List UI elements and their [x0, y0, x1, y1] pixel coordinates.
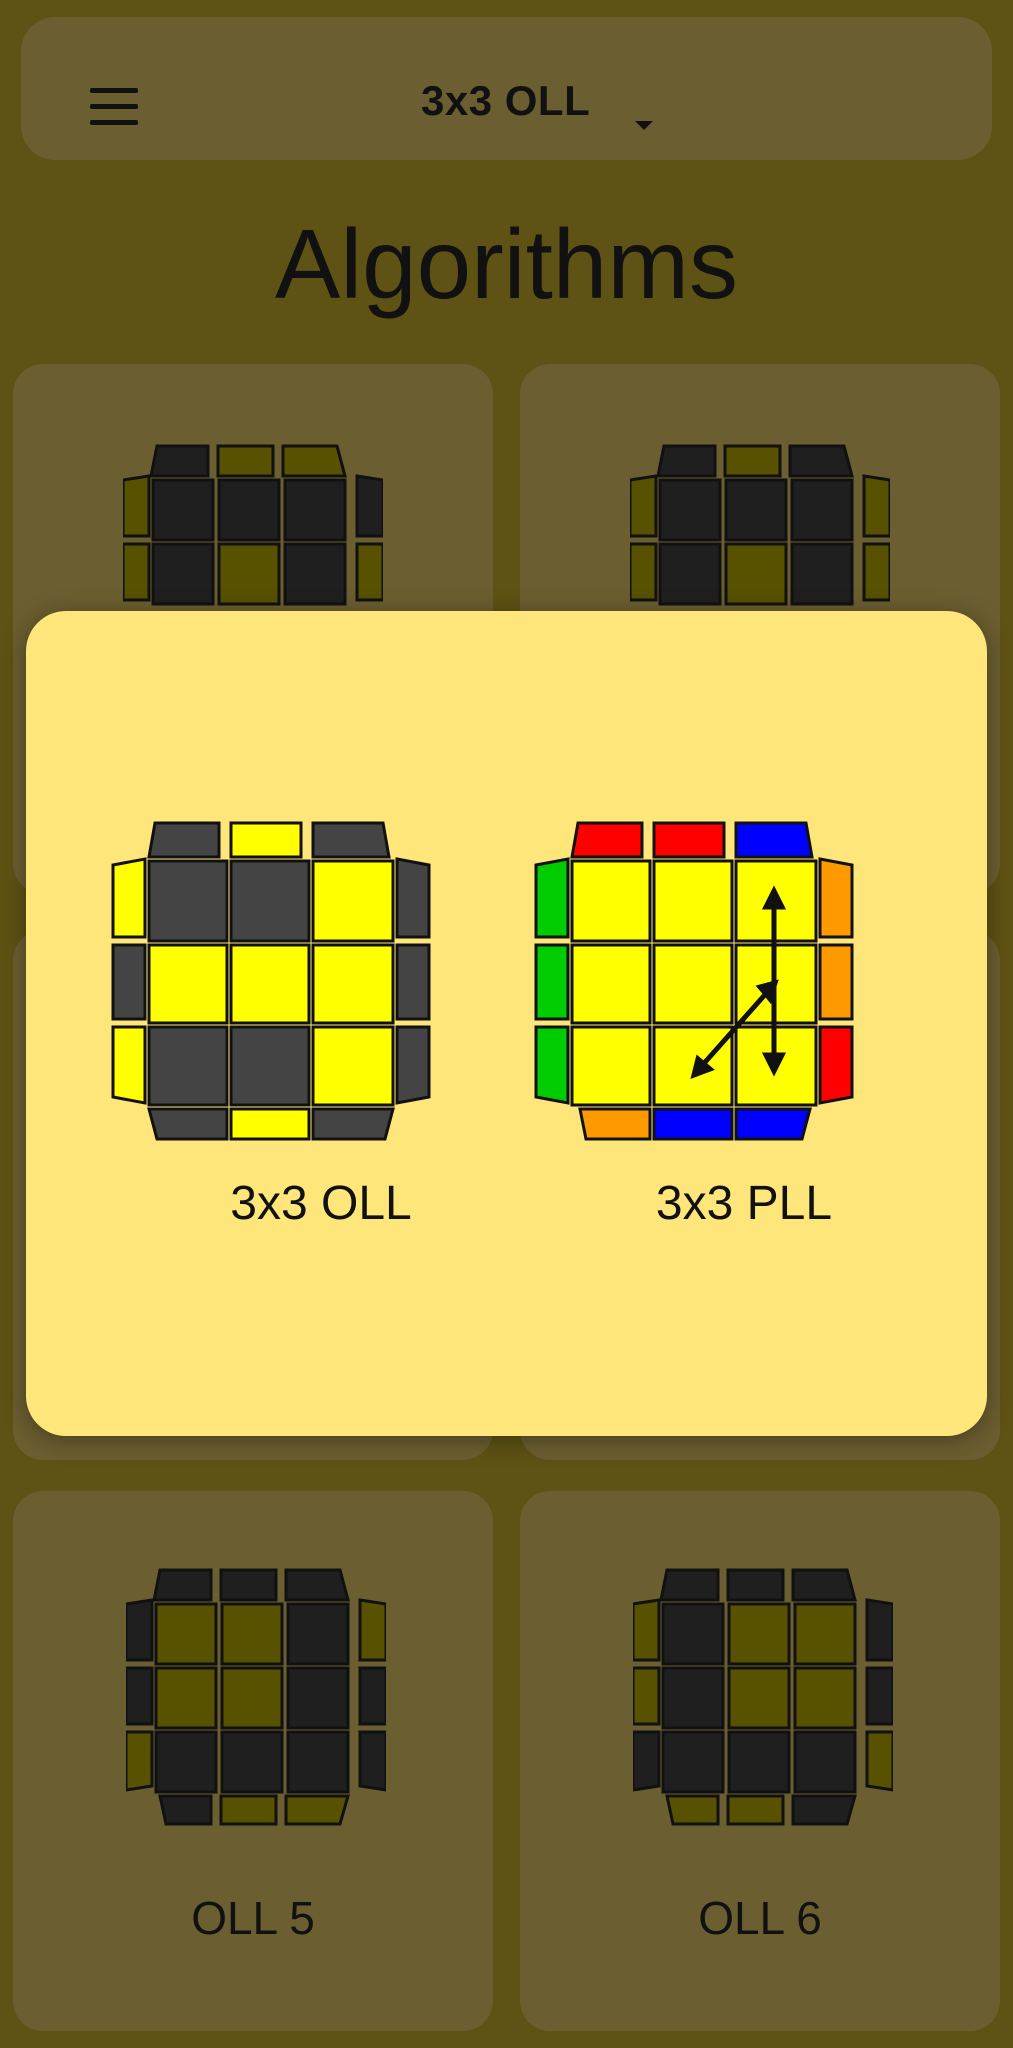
algorithm-card[interactable]: OLL 6	[520, 1491, 1000, 2031]
option-label: 3x3 OLL	[230, 1177, 412, 1230]
menu-icon	[90, 88, 138, 93]
puzzle-selection-dialog: 3x3 OLL 3x3 PLL	[26, 611, 987, 1436]
card-label: OLL 6	[698, 1892, 822, 1944]
menu-button[interactable]	[71, 64, 157, 150]
option-3x3-oll[interactable]: 3x3 OLL	[111, 821, 471, 1271]
page-title: Algorithms	[275, 209, 738, 319]
option-label: 3x3 PLL	[655, 1177, 833, 1230]
menu-icon-line	[90, 120, 138, 125]
algorithm-card[interactable]: OLL 5	[13, 1491, 493, 2031]
menu-icon-line	[90, 104, 138, 109]
oll-icon	[111, 821, 431, 1141]
card-label: OLL 5	[191, 1892, 315, 1944]
oll-case-icon	[633, 1568, 893, 1826]
oll-case-icon	[126, 1568, 386, 1826]
dropdown-arrow-icon[interactable]	[635, 121, 653, 130]
pll-icon	[534, 821, 854, 1141]
puzzle-selector[interactable]: 3x3 OLL	[421, 77, 590, 125]
app-bar: 3x3 OLL	[21, 17, 992, 160]
option-3x3-pll[interactable]: 3x3 PLL	[534, 821, 894, 1271]
